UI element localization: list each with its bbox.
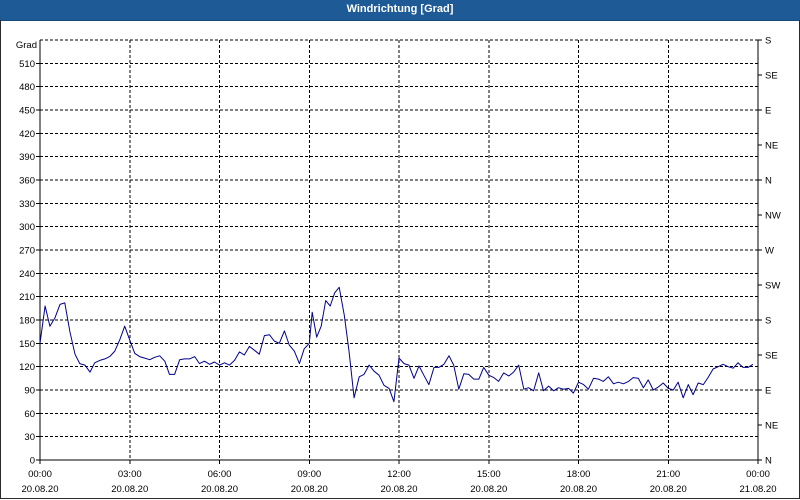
y-tick-label: 150 [19, 339, 35, 350]
x-tick-label-date: 20.08.20 [650, 484, 687, 495]
y-tick-label: 330 [19, 199, 35, 210]
right-axis-label: SE [765, 351, 778, 362]
right-axis-label: E [765, 106, 771, 117]
right-axis-label: S [765, 36, 771, 47]
x-tick-label-date: 20.08.20 [111, 484, 148, 495]
x-tick-label-date: 20.08.20 [470, 484, 507, 495]
x-tick-label-time: 03:00 [118, 469, 142, 480]
x-tick-label-date: 20.08.20 [381, 484, 418, 495]
right-axis-label: NE [765, 421, 778, 432]
y-tick-label: 180 [19, 316, 35, 327]
y-tick-label: 420 [19, 129, 35, 140]
y-tick-label: 30 [24, 432, 35, 443]
x-tick-label-date: 20.08.20 [560, 484, 597, 495]
right-axis-label: N [765, 456, 772, 467]
x-tick-label-time: 06:00 [208, 469, 232, 480]
axis-labels: 0 30 60 90 120 150 180 210 240 270 300 330 360 390 420… [16, 36, 781, 496]
x-tick-label-date: 20.08.20 [291, 484, 328, 495]
y-axis-label: Grad [16, 40, 37, 51]
x-tick-label-time: 00:00 [28, 469, 52, 480]
right-axis-label: SW [765, 281, 780, 292]
y-tick-label: 270 [19, 246, 35, 257]
y-tick-label: 90 [24, 386, 35, 397]
y-tick-label: 240 [19, 269, 35, 280]
y-tick-label: 450 [19, 106, 35, 117]
right-axis-label: W [765, 246, 774, 257]
y-tick-label: 390 [19, 152, 35, 163]
right-axis-label: S [765, 316, 771, 327]
line-chart: 0 30 60 90 120 150 180 210 240 270 300 330 360 390 420… [16, 36, 781, 496]
right-axis-label: E [765, 386, 771, 397]
y-tick-label: 120 [19, 362, 35, 373]
x-tick-label-date: 20.08.20 [22, 484, 59, 495]
series-line [39, 286, 754, 403]
right-axis-label: N [765, 176, 772, 187]
right-axis-label: SE [765, 71, 778, 82]
y-tick-label: 480 [19, 82, 35, 93]
x-tick-label-time: 18:00 [567, 469, 591, 480]
x-tick-label-date: 20.08.20 [201, 484, 238, 495]
y-tick-label: 360 [19, 176, 35, 187]
grid-lines [40, 39, 758, 460]
y-tick-label: 300 [19, 222, 35, 233]
right-axis-label: NW [765, 211, 781, 222]
x-tick-label-time: 09:00 [297, 469, 321, 480]
x-tick-label-time: 15:00 [477, 469, 501, 480]
y-tick-label: 210 [19, 292, 35, 303]
y-tick-label: 60 [24, 409, 35, 420]
x-tick-label-time: 21:00 [656, 469, 680, 480]
y-tick-label: 0 [30, 456, 35, 467]
series-layer [39, 286, 754, 403]
x-tick-label-date: 21.08.20 [740, 484, 777, 495]
x-tick-label-time: 12:00 [387, 469, 411, 480]
x-tick-label-time: 00:00 [746, 469, 770, 480]
right-axis-label: NE [765, 141, 778, 152]
y-tick-label: 510 [19, 59, 35, 70]
